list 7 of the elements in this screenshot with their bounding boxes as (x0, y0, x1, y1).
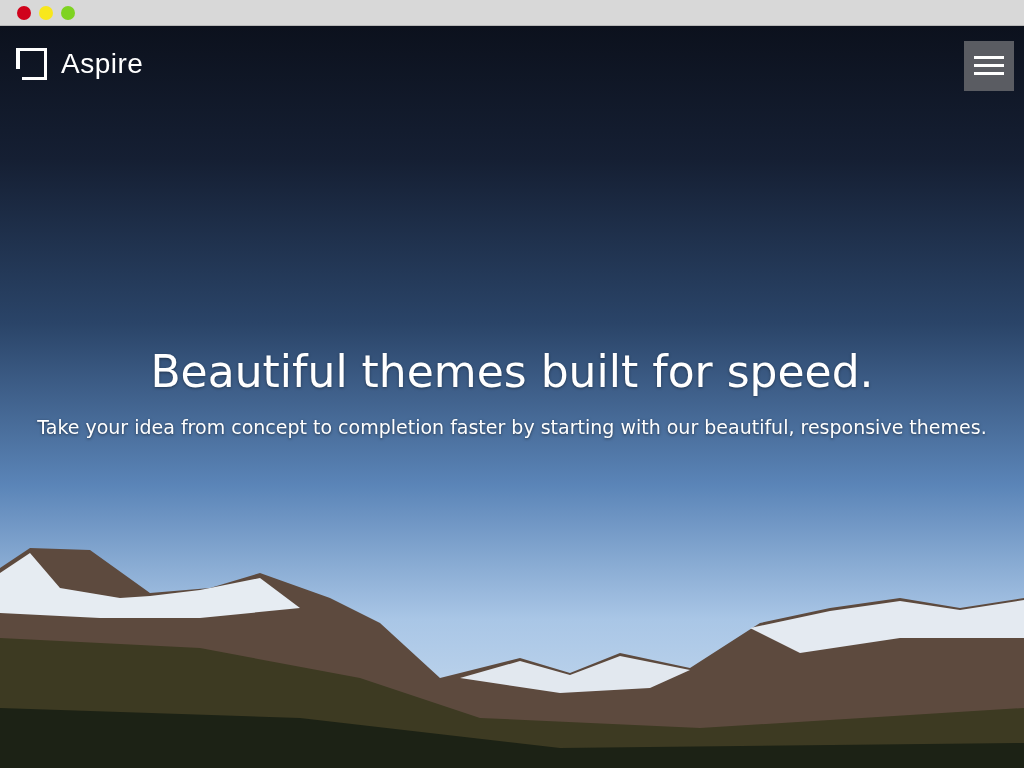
window-control[interactable] (17, 5, 31, 20)
menu-button[interactable] (964, 41, 1014, 91)
menu-icon (974, 55, 1004, 77)
logo-icon (15, 48, 47, 80)
brand-name[interactable]: Aspire (61, 48, 144, 80)
hero-subheading: Take your idea from concept to completion faster by starting with our beautiful, responsive themes. (36, 415, 988, 440)
hero-heading: Beautiful themes built for speed. (150, 346, 874, 397)
